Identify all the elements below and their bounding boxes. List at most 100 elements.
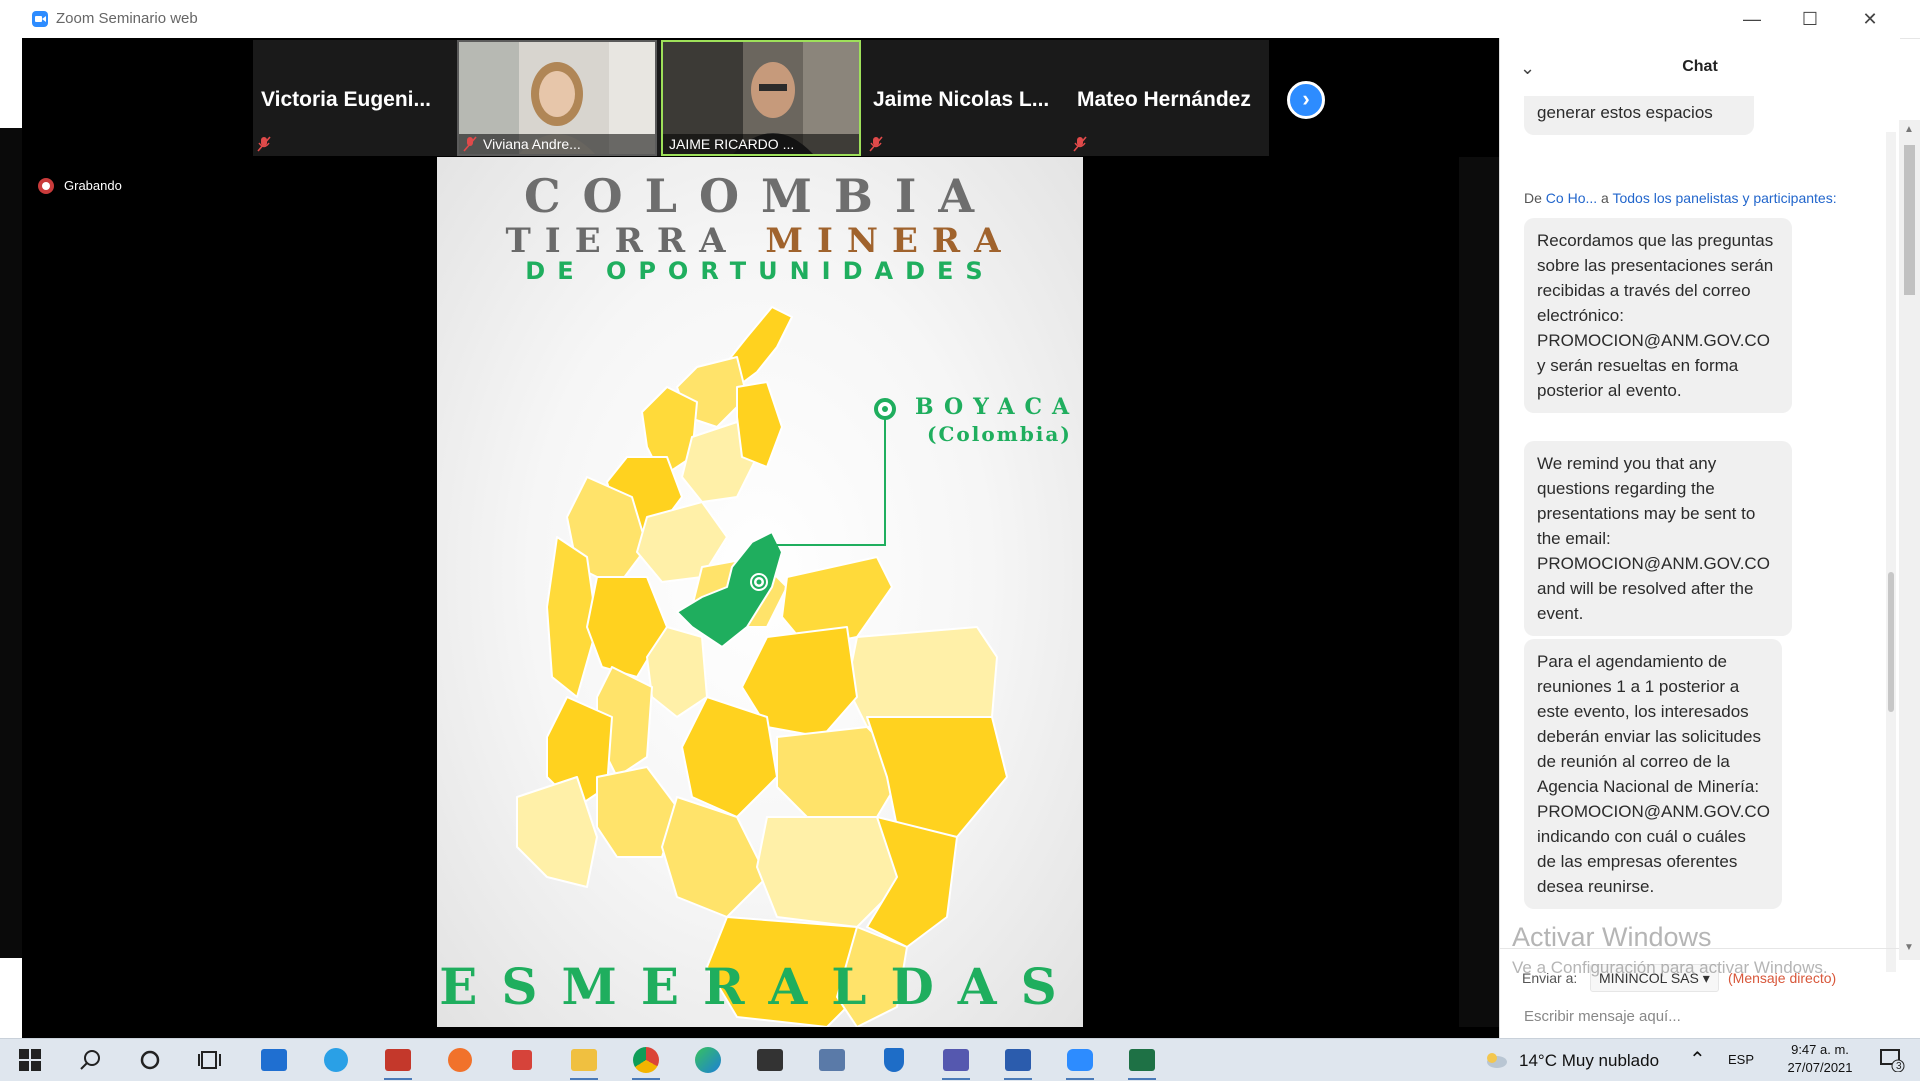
title-bar: Zoom Seminario web — ☐ ✕ (0, 0, 1920, 39)
chat-message-text: We remind you that any questions regardi… (1537, 454, 1770, 623)
powerpoint-app[interactable] (378, 1044, 418, 1080)
maximize-button[interactable]: ☐ (1790, 4, 1830, 34)
window-title: Zoom Seminario web (56, 10, 198, 27)
muted-mic-icon (869, 136, 883, 152)
chevron-down-icon: ▾ (1702, 970, 1710, 986)
video-side-panel (1459, 157, 1499, 1027)
recipient-group[interactable]: Todos los panelistas y participantes: (1612, 190, 1836, 206)
participant-tile[interactable]: Jaime Nicolas L... (865, 40, 1065, 156)
participant-video-tile[interactable]: Viviana Andre... (457, 40, 657, 156)
search-icon (80, 1050, 100, 1070)
next-participants-button[interactable]: › (1287, 81, 1325, 119)
send-to-label: Enviar a: (1522, 970, 1578, 986)
chat-message: Para el agendamiento de reuniones 1 a 1 … (1524, 639, 1782, 909)
participant-name: Viviana Andre... (483, 136, 581, 152)
powerpoint-icon (385, 1049, 411, 1071)
scroll-up-icon[interactable]: ▲ (1904, 124, 1914, 135)
recording-label: Grabando (64, 178, 122, 193)
shared-screen-slide: COLOMBIA TIERRA MINERA DE OPORTUNIDADES (437, 157, 1083, 1027)
participant-tile[interactable]: Victoria Eugeni... (253, 40, 453, 156)
clock-date: 27/07/2021 (1787, 1060, 1853, 1075)
colombia-map (516, 306, 1008, 1027)
chat-scrollbar[interactable] (1886, 132, 1896, 972)
participant-name: JAIME RICARDO ... (669, 136, 795, 152)
sender-name[interactable]: Co Ho... (1546, 190, 1597, 206)
task-view-icon (198, 1051, 221, 1069)
firefox-app[interactable] (440, 1044, 480, 1076)
clock-time: 9:47 a. m. (1791, 1042, 1849, 1057)
chevron-right-icon: › (1302, 86, 1310, 111)
mail-icon (261, 1049, 287, 1071)
chat-panel: ⌄ Chat generar estos espacios De Co Ho..… (1499, 38, 1900, 1038)
chat-input[interactable] (1522, 1002, 1876, 1030)
mail-app[interactable] (254, 1044, 294, 1076)
start-icon (19, 1049, 41, 1071)
gift-app[interactable] (502, 1044, 542, 1076)
network-tool-app[interactable] (812, 1044, 852, 1076)
chrome-app[interactable] (626, 1044, 666, 1080)
taskbar: 14°C Muy nublado ⌃ ESP 9:47 a. m. 27/07/… (0, 1038, 1920, 1081)
chat-message-text: Para el agendamiento de reuniones 1 a 1 … (1537, 652, 1770, 896)
participant-video-label: Viviana Andre... (459, 134, 655, 154)
weather-text: 14°C Muy nublado (1519, 1051, 1660, 1070)
excel-icon (1129, 1049, 1155, 1071)
scroll-down-icon[interactable]: ▼ (1904, 942, 1914, 953)
recipient-dropdown[interactable]: MININCOL SAS ▾ (1590, 964, 1719, 992)
muted-mic-icon (463, 136, 477, 152)
muted-mic-icon (257, 136, 271, 152)
gift-icon (512, 1050, 532, 1070)
sender-to: a (1601, 190, 1609, 206)
zoom-logo-icon (32, 11, 48, 27)
edge-app[interactable] (688, 1044, 728, 1076)
cortana-button[interactable] (130, 1044, 170, 1076)
teams-icon (943, 1049, 969, 1071)
teams-app[interactable] (936, 1044, 976, 1080)
zoom-icon (1067, 1049, 1093, 1071)
chat-message: We remind you that any questions regardi… (1524, 441, 1792, 636)
clock[interactable]: 9:47 a. m. 27/07/2021 (1770, 1042, 1870, 1075)
internet-explorer-icon (324, 1048, 348, 1072)
store-app[interactable] (750, 1044, 790, 1076)
language-indicator[interactable]: ESP (1728, 1052, 1754, 1067)
minimize-button[interactable]: — (1732, 4, 1772, 34)
close-button[interactable]: ✕ (1850, 4, 1890, 34)
cloud-icon (1487, 1053, 1507, 1068)
file-explorer-app[interactable] (564, 1044, 604, 1080)
chat-sender-line: De Co Ho... a Todos los panelistas y par… (1524, 190, 1837, 206)
participant-tile[interactable]: Mateo Hernández (1069, 40, 1269, 156)
zoom-app[interactable] (1060, 1044, 1100, 1080)
firefox-icon (448, 1048, 472, 1072)
desktop-background (0, 38, 22, 958)
participant-name: Jaime Nicolas L... (873, 88, 1050, 111)
notifications-button[interactable]: 3 (1872, 1044, 1912, 1076)
internet-explorer-app[interactable] (316, 1044, 356, 1076)
cortana-icon (140, 1050, 160, 1070)
network-tool-icon (819, 1049, 845, 1071)
direct-message-label: (Mensaje directo) (1728, 970, 1837, 986)
chat-messages[interactable]: generar estos espacios De Co Ho... a Tod… (1500, 96, 1900, 951)
participant-strip: Victoria Eugeni... Viviana Andre... JAIM… (253, 40, 1269, 156)
chat-message: generar estos espacios (1524, 96, 1754, 135)
participant-video-tile-active[interactable]: JAIME RICARDO ... (661, 40, 861, 156)
maximize-icon: ☐ (1801, 9, 1819, 29)
task-view-button[interactable] (190, 1044, 230, 1076)
recipient-value: MININCOL SAS (1599, 970, 1699, 986)
muted-mic-icon (1073, 136, 1087, 152)
chrome-icon (633, 1047, 659, 1073)
participant-name: Mateo Hernández (1077, 88, 1251, 111)
minimize-icon: — (1743, 9, 1761, 29)
chat-message-text: Recordamos que las preguntas sobre las p… (1537, 231, 1774, 400)
security-app[interactable] (874, 1044, 914, 1076)
chevron-up-icon[interactable]: ⌃ (1689, 1047, 1706, 1072)
security-icon (884, 1048, 904, 1072)
participant-name: Victoria Eugeni... (261, 88, 431, 111)
window-scrollbar[interactable]: ▲ ▼ (1899, 120, 1920, 960)
store-icon (757, 1049, 783, 1071)
file-explorer-icon (571, 1049, 597, 1071)
weather-widget[interactable] (1476, 1044, 1516, 1076)
record-icon (38, 178, 54, 194)
start-button[interactable] (10, 1044, 50, 1076)
search-button[interactable] (70, 1044, 110, 1076)
word-app[interactable] (998, 1044, 1038, 1080)
excel-app[interactable] (1122, 1044, 1162, 1080)
